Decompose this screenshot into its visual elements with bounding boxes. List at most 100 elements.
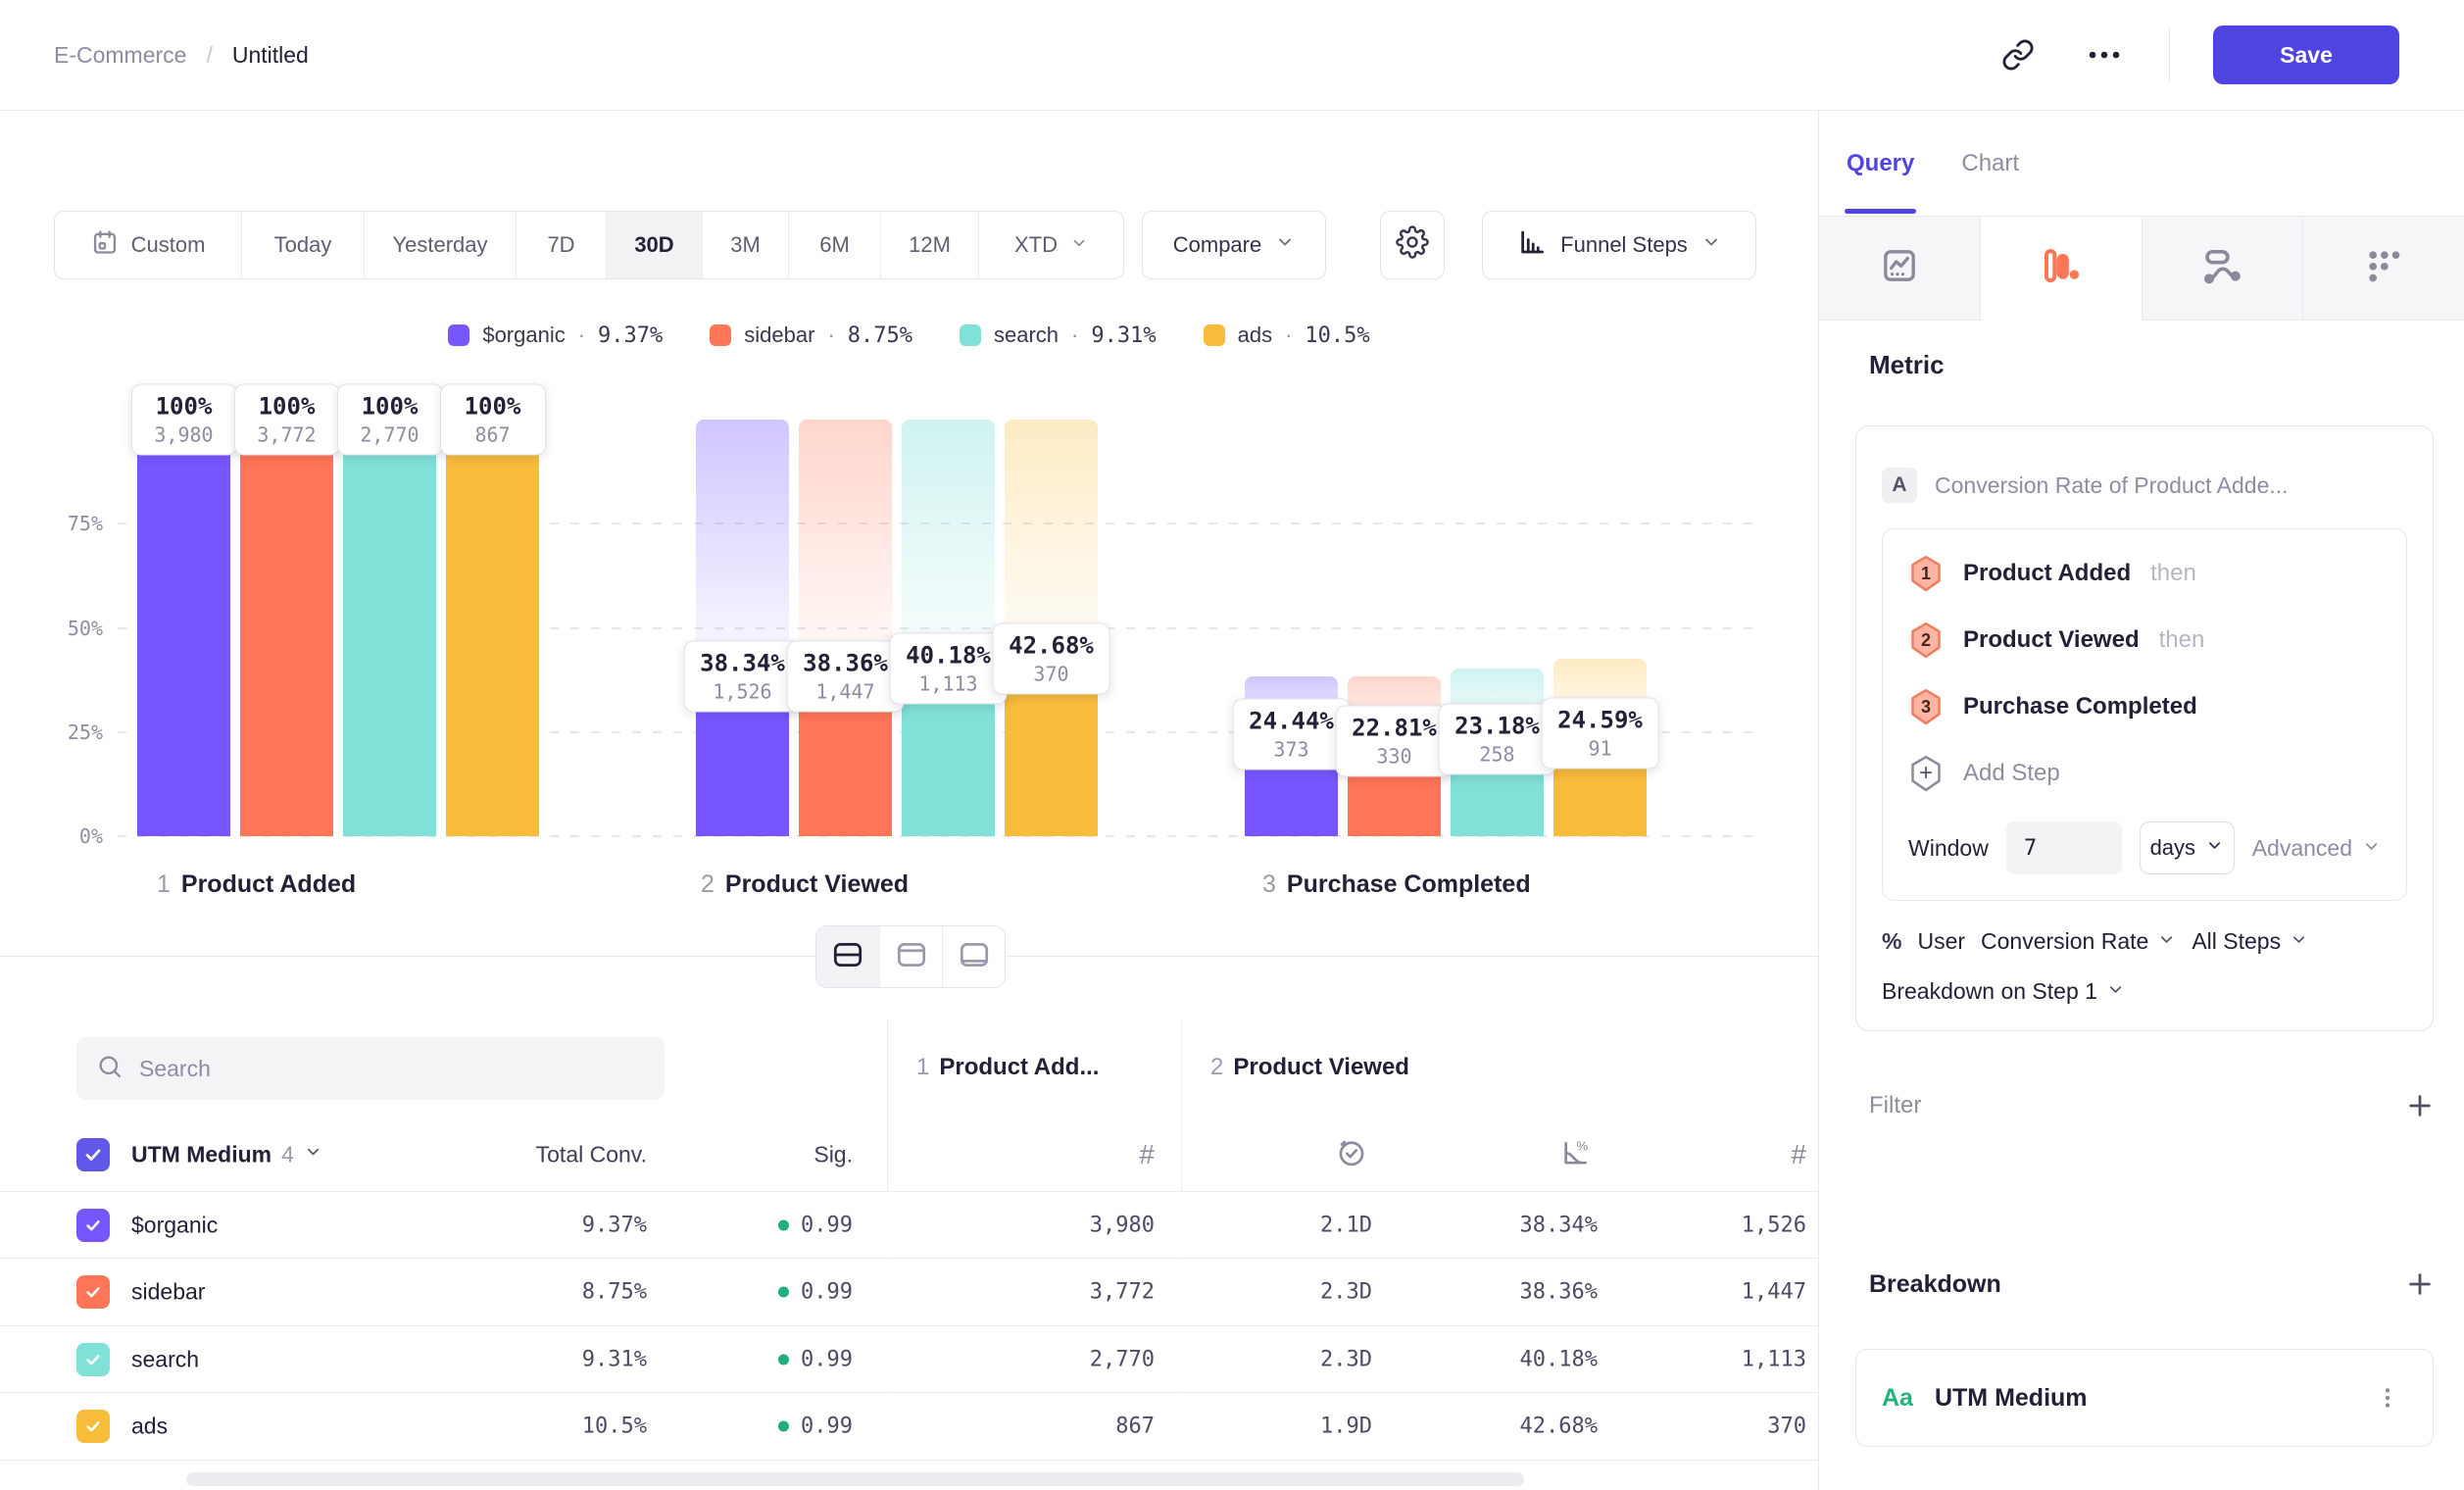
step-event-name: Product Added [1963, 560, 2131, 587]
funnel-bar-search-step1[interactable] [343, 420, 436, 836]
date-tab-xtd[interactable]: XTD [978, 212, 1123, 278]
query-step-2[interactable]: 2Product Viewedthen [1908, 621, 2381, 659]
date-tab-12m[interactable]: 12M [880, 212, 978, 278]
step2-rate: 42.68% [1520, 1415, 1598, 1439]
search-placeholder: Search [139, 1056, 211, 1082]
layout-top-toggle[interactable] [879, 926, 942, 987]
chart-settings-button[interactable] [1380, 211, 1445, 279]
query-step-3[interactable]: 3Purchase Completed [1908, 688, 2381, 725]
report-tab-insights[interactable] [1819, 217, 1981, 321]
date-tab-today[interactable]: Today [241, 212, 364, 278]
funnel-bar-search-step2[interactable] [902, 420, 995, 836]
step2-count: 1,113 [1742, 1347, 1806, 1371]
count-column-icon[interactable]: # [1139, 1139, 1155, 1170]
layout-split-toggle[interactable] [816, 926, 879, 987]
row-checkbox[interactable] [76, 1209, 110, 1242]
date-tab-7d[interactable]: 7D [516, 212, 606, 278]
window-value-input[interactable]: 7 [2006, 821, 2122, 874]
legend-item-sidebar[interactable]: sidebar·8.75% [710, 323, 912, 348]
y-axis-tick: 25% [20, 720, 103, 744]
query-step-1[interactable]: 1Product Addedthen [1908, 555, 2381, 592]
report-tab-funnels[interactable] [1981, 217, 2143, 321]
breakdown-on-selector[interactable]: Breakdown on Step 1 [1882, 978, 2125, 1005]
breakdown-property-card[interactable]: Aa UTM Medium [1855, 1349, 2434, 1447]
add-breakdown-button[interactable] [2398, 1263, 2441, 1306]
select-all-checkbox[interactable] [76, 1138, 110, 1171]
funnel-bar-organic-step3[interactable] [1245, 420, 1338, 836]
step1-count: 3,980 [1090, 1213, 1155, 1237]
count-column-icon[interactable]: # [1791, 1139, 1806, 1170]
date-tab-6m[interactable]: 6M [788, 212, 880, 278]
layout-bottom-toggle[interactable] [942, 926, 1005, 987]
breadcrumb-workspace[interactable]: E-Commerce [54, 42, 186, 69]
total-conv-header[interactable]: Total Conv. [536, 1141, 647, 1167]
legend-series-rate: 8.75% [848, 323, 912, 348]
bar-segment [343, 420, 436, 836]
report-tab-retention[interactable] [2303, 217, 2464, 321]
funnel-bar-sidebar-step1[interactable] [240, 420, 333, 836]
table-row-ads[interactable]: ads10.5%0.998671.9D42.68%370 [0, 1394, 1818, 1461]
table-row-organic[interactable]: $organic9.37%0.993,9802.1D38.34%1,526 [0, 1192, 1818, 1259]
copy-link-icon[interactable] [1996, 33, 2040, 76]
metric-type-selector[interactable]: Conversion Rate [1981, 928, 2176, 955]
date-tab-custom[interactable]: Custom [55, 212, 241, 278]
date-tab-3m[interactable]: 3M [702, 212, 788, 278]
step-index: 2 [1210, 1054, 1223, 1081]
table-search-input[interactable]: Search [76, 1037, 665, 1100]
select-all-checkbox[interactable] [76, 1138, 110, 1171]
row-checkbox[interactable] [76, 1275, 110, 1309]
kebab-menu-icon[interactable] [2368, 1378, 2407, 1417]
legend-series-name: $organic [482, 323, 565, 348]
topbar-actions: Save [1996, 25, 2399, 84]
table-row-sidebar[interactable]: sidebar8.75%0.993,7722.3D38.36%1,447 [0, 1260, 1818, 1326]
funnel-bar-ads-step1[interactable] [446, 420, 539, 836]
funnel-bar-sidebar-step2[interactable] [799, 420, 892, 836]
chart-type-button[interactable]: Funnel Steps [1482, 211, 1756, 279]
row-checkbox[interactable] [76, 1410, 110, 1443]
steps-scope-selector[interactable]: All Steps [2192, 928, 2308, 955]
date-tab-yesterday[interactable]: Yesterday [364, 212, 516, 278]
step-index: 1 [916, 1054, 929, 1081]
funnel-bar-organic-step2[interactable] [696, 420, 789, 836]
conversion-window-row: Window7daysAdvanced [1908, 821, 2381, 874]
tooltip-count: 867 [457, 423, 529, 447]
legend-item-organic[interactable]: $organic·9.37% [448, 323, 663, 348]
report-tab-flows[interactable] [2143, 217, 2304, 321]
report-title[interactable]: Untitled [232, 42, 309, 69]
save-button[interactable]: Save [2213, 25, 2399, 84]
funnel-chart: 100%3,980100%3,772100%2,770100%86738.34%… [118, 420, 1759, 836]
panel-tabs: Query Chart [1819, 111, 2464, 216]
add-step-button[interactable]: +Add Step [1908, 755, 2381, 792]
breakdown-column-header[interactable]: UTM Medium 4 [131, 1141, 322, 1167]
metric-title-row[interactable]: A Conversion Rate of Product Adde... [1882, 468, 2407, 503]
tab-chart[interactable]: Chart [1961, 111, 2019, 216]
time-to-convert-icon[interactable] [1336, 1136, 1367, 1172]
sig-header[interactable]: Sig. [813, 1141, 853, 1167]
date-tab-30d[interactable]: 30D [606, 212, 702, 278]
funnel-bar-organic-step1[interactable] [137, 420, 230, 836]
horizontal-scrollbar[interactable] [186, 1472, 1524, 1486]
bar-segment [137, 420, 230, 836]
legend-item-ads[interactable]: ads·10.5% [1204, 323, 1370, 348]
add-filter-button[interactable] [2398, 1084, 2441, 1127]
conversion-rate-icon[interactable]: % [1559, 1136, 1591, 1172]
row-checkbox[interactable] [76, 1343, 110, 1376]
sig-cell: 0.99 [778, 1347, 853, 1371]
tooltip-count: 330 [1352, 745, 1437, 769]
table-row-search[interactable]: search9.31%0.992,7702.3D40.18%1,113 [0, 1326, 1818, 1393]
table-header-row: UTM Medium 4 Total Conv. Sig. # % # [0, 1118, 1818, 1192]
legend-item-search[interactable]: search·9.31% [960, 323, 1157, 348]
more-options-icon[interactable] [2083, 33, 2126, 76]
window-unit-select[interactable]: days [2140, 821, 2235, 874]
step-number: 3 [1908, 688, 1944, 725]
advanced-toggle[interactable]: Advanced [2252, 835, 2381, 862]
step-name: Product Viewed [725, 870, 909, 899]
legend-series-rate: 9.31% [1091, 323, 1156, 348]
row-label: search [131, 1346, 199, 1372]
funnel-bar-ads-step3[interactable] [1553, 420, 1647, 836]
tooltip-percent: 100% [148, 393, 221, 421]
compare-button[interactable]: Compare [1142, 211, 1326, 279]
entity-selector[interactable]: User [1917, 928, 1965, 955]
tab-query[interactable]: Query [1847, 111, 1914, 216]
step-label-1: 1Product Added [157, 870, 356, 899]
